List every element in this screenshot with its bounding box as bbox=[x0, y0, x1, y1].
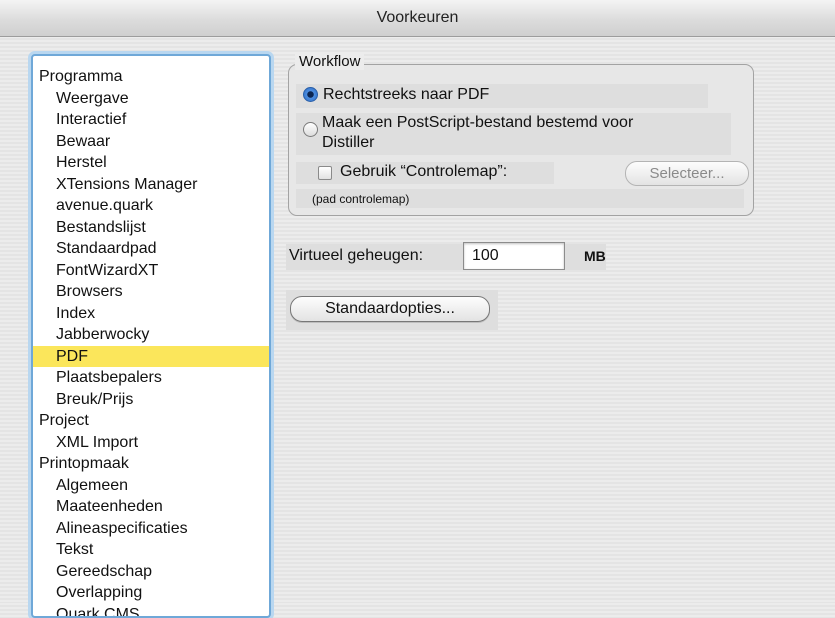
sidebar-item-project[interactable]: Project bbox=[33, 410, 269, 432]
sidebar-item-browsers[interactable]: Browsers bbox=[33, 281, 269, 303]
controlemap-path-label: (pad controlemap) bbox=[312, 192, 409, 206]
controlemap-checkbox-label[interactable]: Gebruik “Controlemap”: bbox=[340, 163, 507, 181]
postscript-radio[interactable] bbox=[303, 122, 318, 137]
sidebar-item-pdf[interactable]: PDF bbox=[33, 346, 269, 368]
sidebar-item-breuk-prijs[interactable]: Breuk/Prijs bbox=[33, 389, 269, 411]
sidebar-item-printopmaak[interactable]: Printopmaak bbox=[33, 453, 269, 475]
sidebar-item-xml-import[interactable]: XML Import bbox=[33, 432, 269, 454]
sidebar-item-fontwizardxt[interactable]: FontWizardXT bbox=[33, 260, 269, 282]
window-title: Voorkeuren bbox=[377, 9, 459, 26]
sidebar-item-tekst[interactable]: Tekst bbox=[33, 539, 269, 561]
sidebar-item-quark-cms[interactable]: Quark CMS bbox=[33, 604, 269, 618]
postscript-label-line2[interactable]: Distiller bbox=[322, 134, 374, 152]
window-title-bar: Voorkeuren bbox=[0, 0, 835, 37]
sidebar-item-bestandslijst[interactable]: Bestandslijst bbox=[33, 217, 269, 239]
sidebar-item-jabberwocky[interactable]: Jabberwocky bbox=[33, 324, 269, 346]
sidebar-item-gereedschap[interactable]: Gereedschap bbox=[33, 561, 269, 583]
memory-unit-label: MB bbox=[584, 248, 606, 264]
virtual-memory-label: Virtueel geheugen: bbox=[289, 247, 423, 265]
workflow-group-title: Workflow bbox=[295, 53, 364, 70]
postscript-label-line1[interactable]: Maak een PostScript-bestand bestemd voor bbox=[322, 114, 633, 132]
sidebar-item-maateenheden[interactable]: Maateenheden bbox=[33, 496, 269, 518]
direct-pdf-label[interactable]: Rechtstreeks naar PDF bbox=[323, 86, 489, 104]
sidebar-item-standaardpad[interactable]: Standaardpad bbox=[33, 238, 269, 260]
sidebar-item-plaatsbepalers[interactable]: Plaatsbepalers bbox=[33, 367, 269, 389]
category-list-items: ProgrammaWeergaveInteractiefBewaarHerste… bbox=[33, 66, 269, 618]
sidebar-item-alineaspecificaties[interactable]: Alineaspecificaties bbox=[33, 518, 269, 540]
sidebar-item-herstel[interactable]: Herstel bbox=[33, 152, 269, 174]
sidebar-item-algemeen[interactable]: Algemeen bbox=[33, 475, 269, 497]
sidebar-item-xtensions-manager[interactable]: XTensions Manager bbox=[33, 174, 269, 196]
direct-pdf-radio[interactable] bbox=[303, 87, 318, 102]
select-folder-button[interactable]: Selecteer... bbox=[625, 161, 749, 186]
virtual-memory-input[interactable] bbox=[463, 242, 565, 270]
sidebar-item-overlapping[interactable]: Overlapping bbox=[33, 582, 269, 604]
controlemap-checkbox[interactable] bbox=[318, 166, 332, 180]
default-options-button[interactable]: Standaardopties... bbox=[290, 296, 490, 322]
sidebar-item-bewaar[interactable]: Bewaar bbox=[33, 131, 269, 153]
sidebar-item-programma[interactable]: Programma bbox=[33, 66, 269, 88]
sidebar-item-avenue-quark[interactable]: avenue.quark bbox=[33, 195, 269, 217]
sidebar-item-weergave[interactable]: Weergave bbox=[33, 88, 269, 110]
sidebar-item-interactief[interactable]: Interactief bbox=[33, 109, 269, 131]
preferences-category-list[interactable]: ProgrammaWeergaveInteractiefBewaarHerste… bbox=[31, 54, 271, 618]
sidebar-item-index[interactable]: Index bbox=[33, 303, 269, 325]
